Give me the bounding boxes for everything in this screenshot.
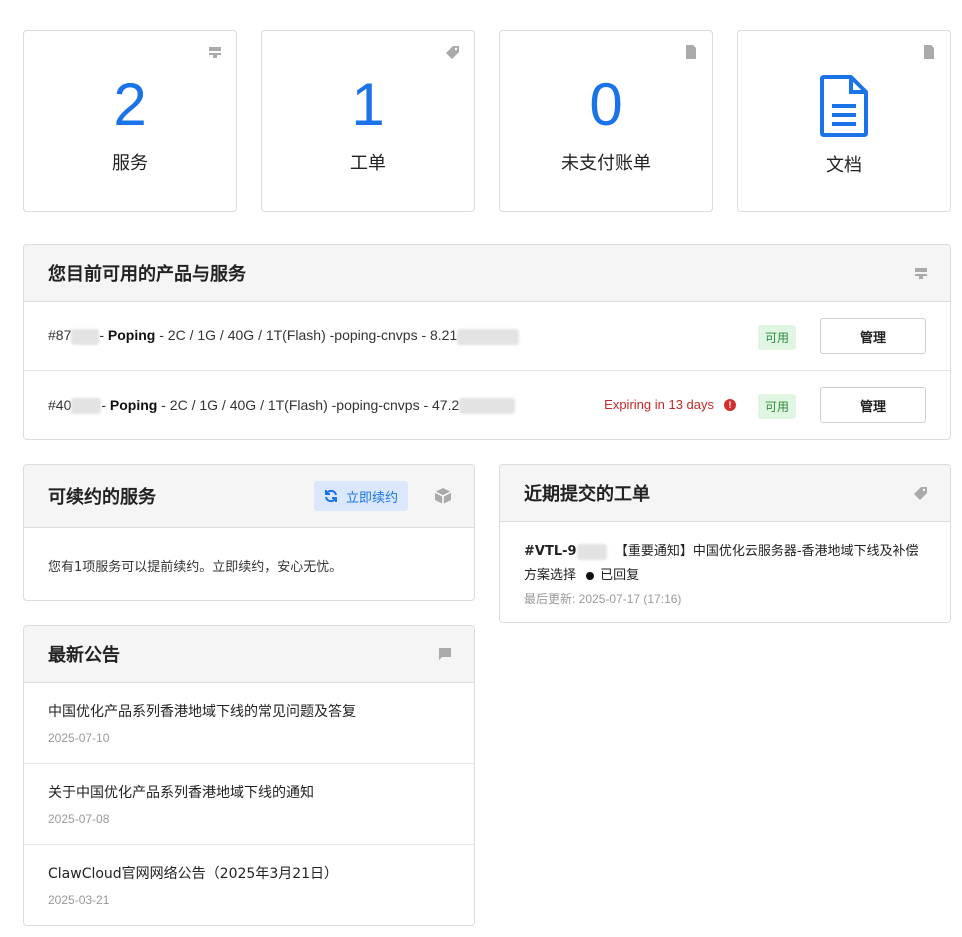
manage-button[interactable]: 管理 bbox=[820, 387, 926, 423]
expiring-warning: Expiring in 13 days! bbox=[604, 397, 736, 412]
unpaid-invoices-count: 0 bbox=[589, 71, 623, 138]
refresh-icon bbox=[324, 489, 337, 503]
renewable-card: 可续约的服务 立即续约 您有1项服务可以提前续约。立即续约，安心无忧。 bbox=[23, 464, 475, 601]
document-icon bbox=[924, 45, 934, 59]
services-card-title: 您目前可用的产品与服务 bbox=[48, 264, 246, 285]
tickets-tile[interactable]: 1 工单 bbox=[261, 30, 475, 212]
service-id: #87 bbox=[48, 327, 72, 344]
renew-now-button[interactable]: 立即续约 bbox=[313, 481, 408, 511]
ticket-item[interactable]: #VTL-9 【重要通知】中国优化云服务器-香港地域下线及补偿方案选择 已回复 … bbox=[500, 522, 950, 607]
status-dot-icon bbox=[586, 571, 595, 580]
announcement-item[interactable]: 中国优化产品系列香港地域下线的常见问题及答复 2025-07-10 bbox=[24, 683, 474, 764]
tickets-count: 1 bbox=[351, 71, 385, 138]
service-name: Poping bbox=[109, 396, 158, 413]
announcement-date: 2025-03-21 bbox=[48, 893, 110, 907]
manage-button[interactable]: 管理 bbox=[820, 318, 926, 354]
service-description: #87- Poping - 2C / 1G / 40G / 1T(Flash) … bbox=[48, 327, 520, 345]
tag-icon bbox=[446, 46, 459, 59]
announcement-item[interactable]: ClawCloud官网网络公告（2025年3月21日） 2025-03-21 bbox=[24, 845, 474, 925]
service-id: #40 bbox=[48, 396, 72, 413]
announcements-card: 最新公告 中国优化产品系列香港地域下线的常见问题及答复 2025-07-10 关… bbox=[23, 625, 475, 926]
redacted-mask bbox=[71, 398, 102, 415]
status-badge: 可用 bbox=[757, 325, 796, 350]
document-icon bbox=[686, 45, 696, 59]
announcements-card-title: 最新公告 bbox=[48, 645, 120, 666]
recent-tickets-card: 近期提交的工单 #VTL-9 【重要通知】中国优化云服务器-香港地域下线及补偿方… bbox=[499, 464, 951, 623]
flag-icon bbox=[439, 648, 451, 660]
service-row[interactable]: #40- Poping - 2C / 1G / 40G / 1T(Flash) … bbox=[24, 371, 950, 439]
tickets-card-header: 近期提交的工单 bbox=[500, 465, 950, 522]
services-card: 您目前可用的产品与服务 #87- Poping - 2C / 1G / 40G … bbox=[23, 244, 951, 440]
alert-icon: ! bbox=[724, 398, 736, 411]
redacted-mask bbox=[576, 543, 607, 560]
server-icon bbox=[209, 47, 221, 58]
docs-tile[interactable]: 文档 bbox=[737, 30, 951, 212]
tickets-label: 工单 bbox=[350, 153, 386, 174]
renew-now-label: 立即续约 bbox=[345, 490, 398, 506]
announcement-title[interactable]: 中国优化产品系列香港地域下线的常见问题及答复 bbox=[48, 701, 450, 721]
announcement-item[interactable]: 关于中国优化产品系列香港地域下线的通知 2025-07-08 bbox=[24, 764, 474, 845]
service-spec: - 2C / 1G / 40G / 1T(Flash) -poping-cnvp… bbox=[155, 327, 458, 344]
expiring-text: Expiring in 13 days bbox=[604, 397, 714, 412]
box-icon bbox=[434, 488, 452, 504]
redacted-mask bbox=[71, 328, 100, 345]
tag-icon bbox=[914, 487, 927, 500]
ticket-status: 已回复 bbox=[600, 568, 640, 583]
service-name: Poping bbox=[107, 327, 156, 344]
announcement-date: 2025-07-08 bbox=[48, 812, 110, 826]
renewable-card-title: 可续约的服务 bbox=[48, 487, 156, 508]
unpaid-invoices-label: 未支付账单 bbox=[561, 153, 651, 174]
unpaid-invoices-tile[interactable]: 0 未支付账单 bbox=[499, 30, 713, 212]
announcement-date: 2025-07-10 bbox=[48, 731, 110, 745]
announcement-title[interactable]: 关于中国优化产品系列香港地域下线的通知 bbox=[48, 782, 450, 802]
services-tile[interactable]: 2 服务 bbox=[23, 30, 237, 212]
docs-large-icon bbox=[738, 75, 950, 137]
server-icon bbox=[915, 268, 927, 279]
services-count: 2 bbox=[113, 71, 147, 138]
service-description: #40- Poping - 2C / 1G / 40G / 1T(Flash) … bbox=[48, 396, 516, 415]
redacted-mask bbox=[459, 398, 516, 415]
renewable-card-header: 可续约的服务 立即续约 bbox=[24, 465, 474, 528]
service-spec: - 2C / 1G / 40G / 1T(Flash) -poping-cnvp… bbox=[157, 396, 460, 413]
tickets-card-title: 近期提交的工单 bbox=[524, 484, 650, 505]
ticket-updated: 最后更新: 2025-07-17 (17:16) bbox=[524, 592, 682, 606]
renewable-message: 您有1项服务可以提前续约。立即续约，安心无忧。 bbox=[48, 560, 343, 575]
services-card-header: 您目前可用的产品与服务 bbox=[24, 245, 950, 302]
ticket-id: #VTL-9 bbox=[524, 544, 577, 559]
docs-label: 文档 bbox=[826, 155, 862, 176]
announcement-title[interactable]: ClawCloud官网网络公告（2025年3月21日） bbox=[48, 863, 450, 883]
redacted-mask bbox=[457, 328, 520, 345]
announcements-card-header: 最新公告 bbox=[24, 626, 474, 683]
ticket-line[interactable]: #VTL-9 【重要通知】中国优化云服务器-香港地域下线及补偿方案选择 已回复 bbox=[524, 540, 926, 588]
services-label: 服务 bbox=[112, 153, 148, 174]
service-row[interactable]: #87- Poping - 2C / 1G / 40G / 1T(Flash) … bbox=[24, 302, 950, 371]
status-badge: 可用 bbox=[757, 394, 796, 419]
